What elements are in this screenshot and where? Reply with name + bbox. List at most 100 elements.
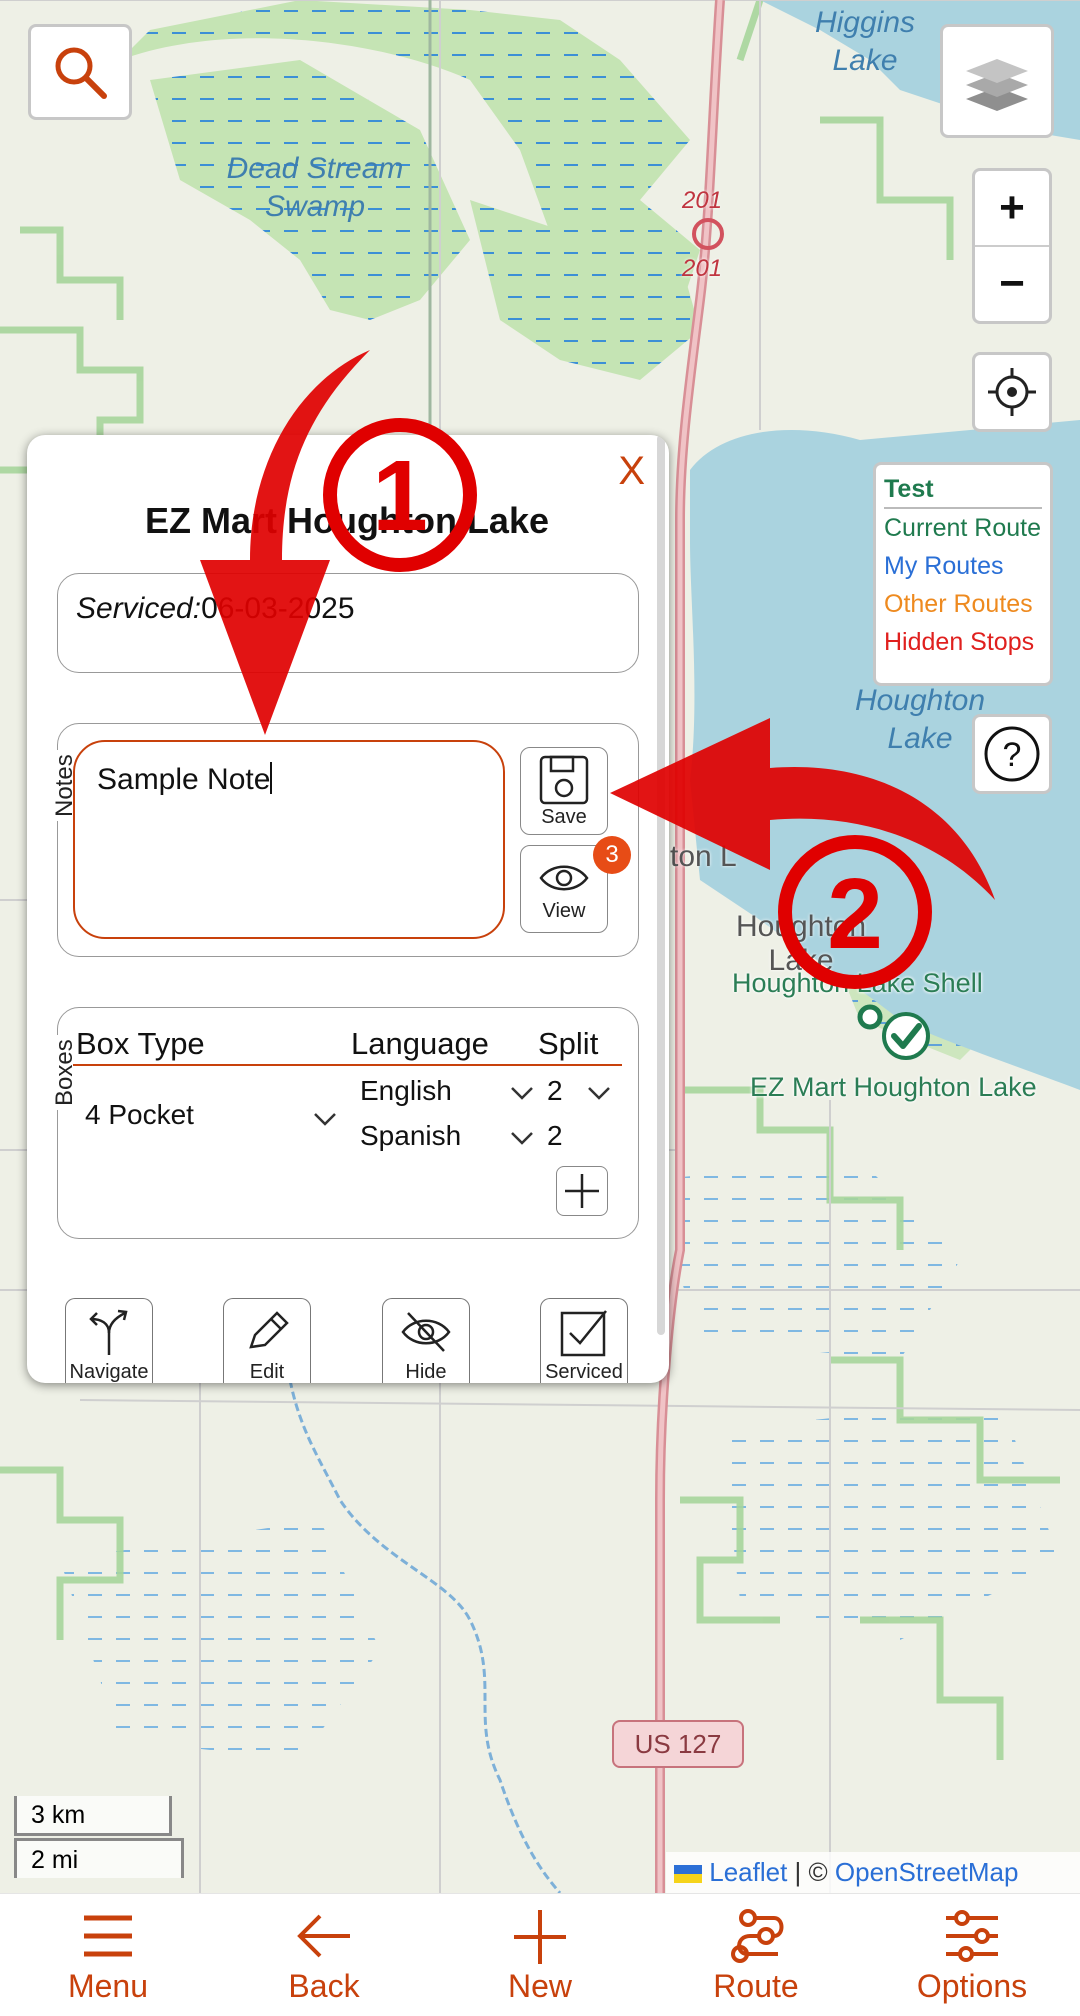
header-divider [73, 1064, 622, 1066]
nav-menu[interactable]: Menu [0, 1894, 216, 2016]
stop-popup: X EZ Mart Houghton Lake Serviced:06-03-2… [27, 435, 669, 1383]
serviced-label: Serviced: [76, 592, 202, 625]
route-shield-201-b: 201 [682, 255, 723, 282]
column-language: Language [351, 1026, 489, 1061]
hide-label: Hide [405, 1361, 447, 1383]
locate-button[interactable] [972, 352, 1052, 432]
scale-km: 3 km [14, 1796, 172, 1836]
serviced-date: 06-03-2025 [201, 592, 355, 625]
legend-item-other-routes[interactable]: Other Routes [884, 585, 1042, 623]
popup-title: EZ Mart Houghton Lake [145, 500, 549, 541]
language-select-2[interactable]: Spanish [360, 1114, 540, 1158]
nav-options[interactable]: Options [864, 1894, 1080, 2016]
split-2-value: 2 [547, 1120, 563, 1151]
column-box-type: Box Type [76, 1026, 205, 1061]
serviced-check-marker[interactable] [880, 1010, 932, 1062]
attribution-separator: | © [787, 1857, 835, 1887]
legend-item-hidden-stops[interactable]: Hidden Stops [884, 623, 1042, 661]
view-label: View [542, 900, 586, 922]
note-textarea[interactable]: Sample Note [73, 740, 505, 939]
save-note-button[interactable]: Save [520, 747, 608, 835]
nav-options-label: Options [916, 1968, 1028, 2004]
chevron-down-icon [588, 1087, 610, 1100]
plus-icon [565, 1174, 599, 1208]
svg-text:?: ? [1003, 736, 1022, 774]
eye-slash-icon [401, 1312, 451, 1352]
floppy-disk-icon [539, 755, 589, 805]
map-label-dead-stream-swamp: Dead Stream Swamp [226, 152, 404, 223]
chevron-down-icon [314, 1113, 336, 1126]
save-label: Save [541, 806, 587, 828]
route-legend: Test Current Route My Routes Other Route… [873, 462, 1053, 686]
nav-back-label: Back [288, 1968, 360, 2004]
zoom-out-button[interactable]: − [975, 247, 1049, 321]
split-input-2[interactable]: 2 [547, 1114, 617, 1158]
box-type-value: 4 Pocket [85, 1099, 194, 1130]
chevron-down-icon [511, 1087, 533, 1100]
nav-route[interactable]: Route [648, 1894, 864, 2016]
serviced-button[interactable]: Serviced [540, 1298, 628, 1383]
chevron-down-icon [511, 1132, 533, 1145]
poi-label-ezmart[interactable]: EZ Mart Houghton Lake [750, 1072, 1037, 1103]
nav-new-label: New [507, 1968, 572, 2004]
poi-label-shell[interactable]: Houghton Lake Shell [732, 968, 983, 999]
hamburger-menu-icon [84, 1915, 132, 1957]
ukraine-flag-icon [674, 1865, 702, 1883]
legend-item-my-routes[interactable]: My Routes [884, 547, 1042, 585]
checkbox-checked-icon [560, 1310, 607, 1357]
map-label-higgins-lake: Higgins Lake [814, 6, 916, 77]
bottom-navigation: Menu Back New Route Options [0, 1893, 1080, 2016]
arrow-left-icon [297, 1914, 350, 1958]
edit-label: Edit [249, 1361, 285, 1383]
navigate-button[interactable]: Navigate [65, 1298, 153, 1383]
boxes-legend: Boxes [51, 1035, 79, 1110]
crosshair-icon [988, 368, 1036, 416]
help-button[interactable]: ? [972, 714, 1052, 794]
navigate-fork-icon [89, 1309, 128, 1355]
us-127-shield: US 127 [612, 1720, 744, 1768]
search-button[interactable] [28, 24, 132, 120]
popup-close-button[interactable]: X [618, 449, 645, 494]
edit-button[interactable]: Edit [223, 1298, 311, 1383]
split-select-1[interactable]: 2 [547, 1069, 617, 1113]
nav-route-label: Route [713, 1968, 799, 2004]
language-1-value: English [360, 1075, 452, 1106]
language-2-value: Spanish [360, 1120, 462, 1151]
notes-count-badge: 3 [593, 836, 631, 874]
search-icon [55, 47, 107, 99]
legend-item-current-route[interactable]: Current Route [884, 509, 1042, 547]
serviced-action-label: Serviced [545, 1361, 623, 1383]
zoom-control: + − [972, 168, 1052, 324]
plus-icon [514, 1910, 566, 1964]
add-language-button[interactable] [556, 1166, 608, 1216]
language-select-1[interactable]: English [360, 1069, 540, 1113]
map-label-fragment: ton L [670, 840, 737, 873]
route-icon [731, 1909, 784, 1963]
leaflet-link[interactable]: Leaflet [709, 1857, 787, 1887]
note-text: Sample Note [97, 763, 271, 796]
box-type-select[interactable]: 4 Pocket [85, 1093, 349, 1143]
zoom-in-button[interactable]: + [975, 171, 1049, 247]
scale-mi: 2 mi [14, 1838, 184, 1878]
osm-link[interactable]: OpenStreetMap [835, 1857, 1019, 1887]
split-1-value: 2 [547, 1075, 563, 1106]
text-cursor [270, 762, 273, 794]
column-split: Split [538, 1026, 599, 1061]
legend-title: Test [884, 471, 1042, 509]
route-shield-201: 201 [682, 187, 723, 214]
popup-scrollbar[interactable] [657, 435, 665, 1335]
eye-icon [539, 865, 589, 891]
nav-menu-label: Menu [67, 1968, 149, 2004]
nav-back[interactable]: Back [216, 1894, 432, 2016]
pencil-icon [249, 1311, 289, 1349]
hide-button[interactable]: Hide [382, 1298, 470, 1383]
map-attribution: Leaflet | © OpenStreetMap [666, 1852, 1080, 1893]
layers-icon [966, 59, 1028, 111]
help-icon: ? [984, 726, 1040, 782]
layers-button[interactable] [940, 24, 1054, 138]
serviced-field: Serviced:06-03-2025 [57, 573, 639, 673]
navigate-label: Navigate [69, 1361, 149, 1383]
check-circle-icon [882, 1012, 930, 1060]
sliders-icon [946, 1910, 998, 1962]
nav-new[interactable]: New [432, 1894, 648, 2016]
